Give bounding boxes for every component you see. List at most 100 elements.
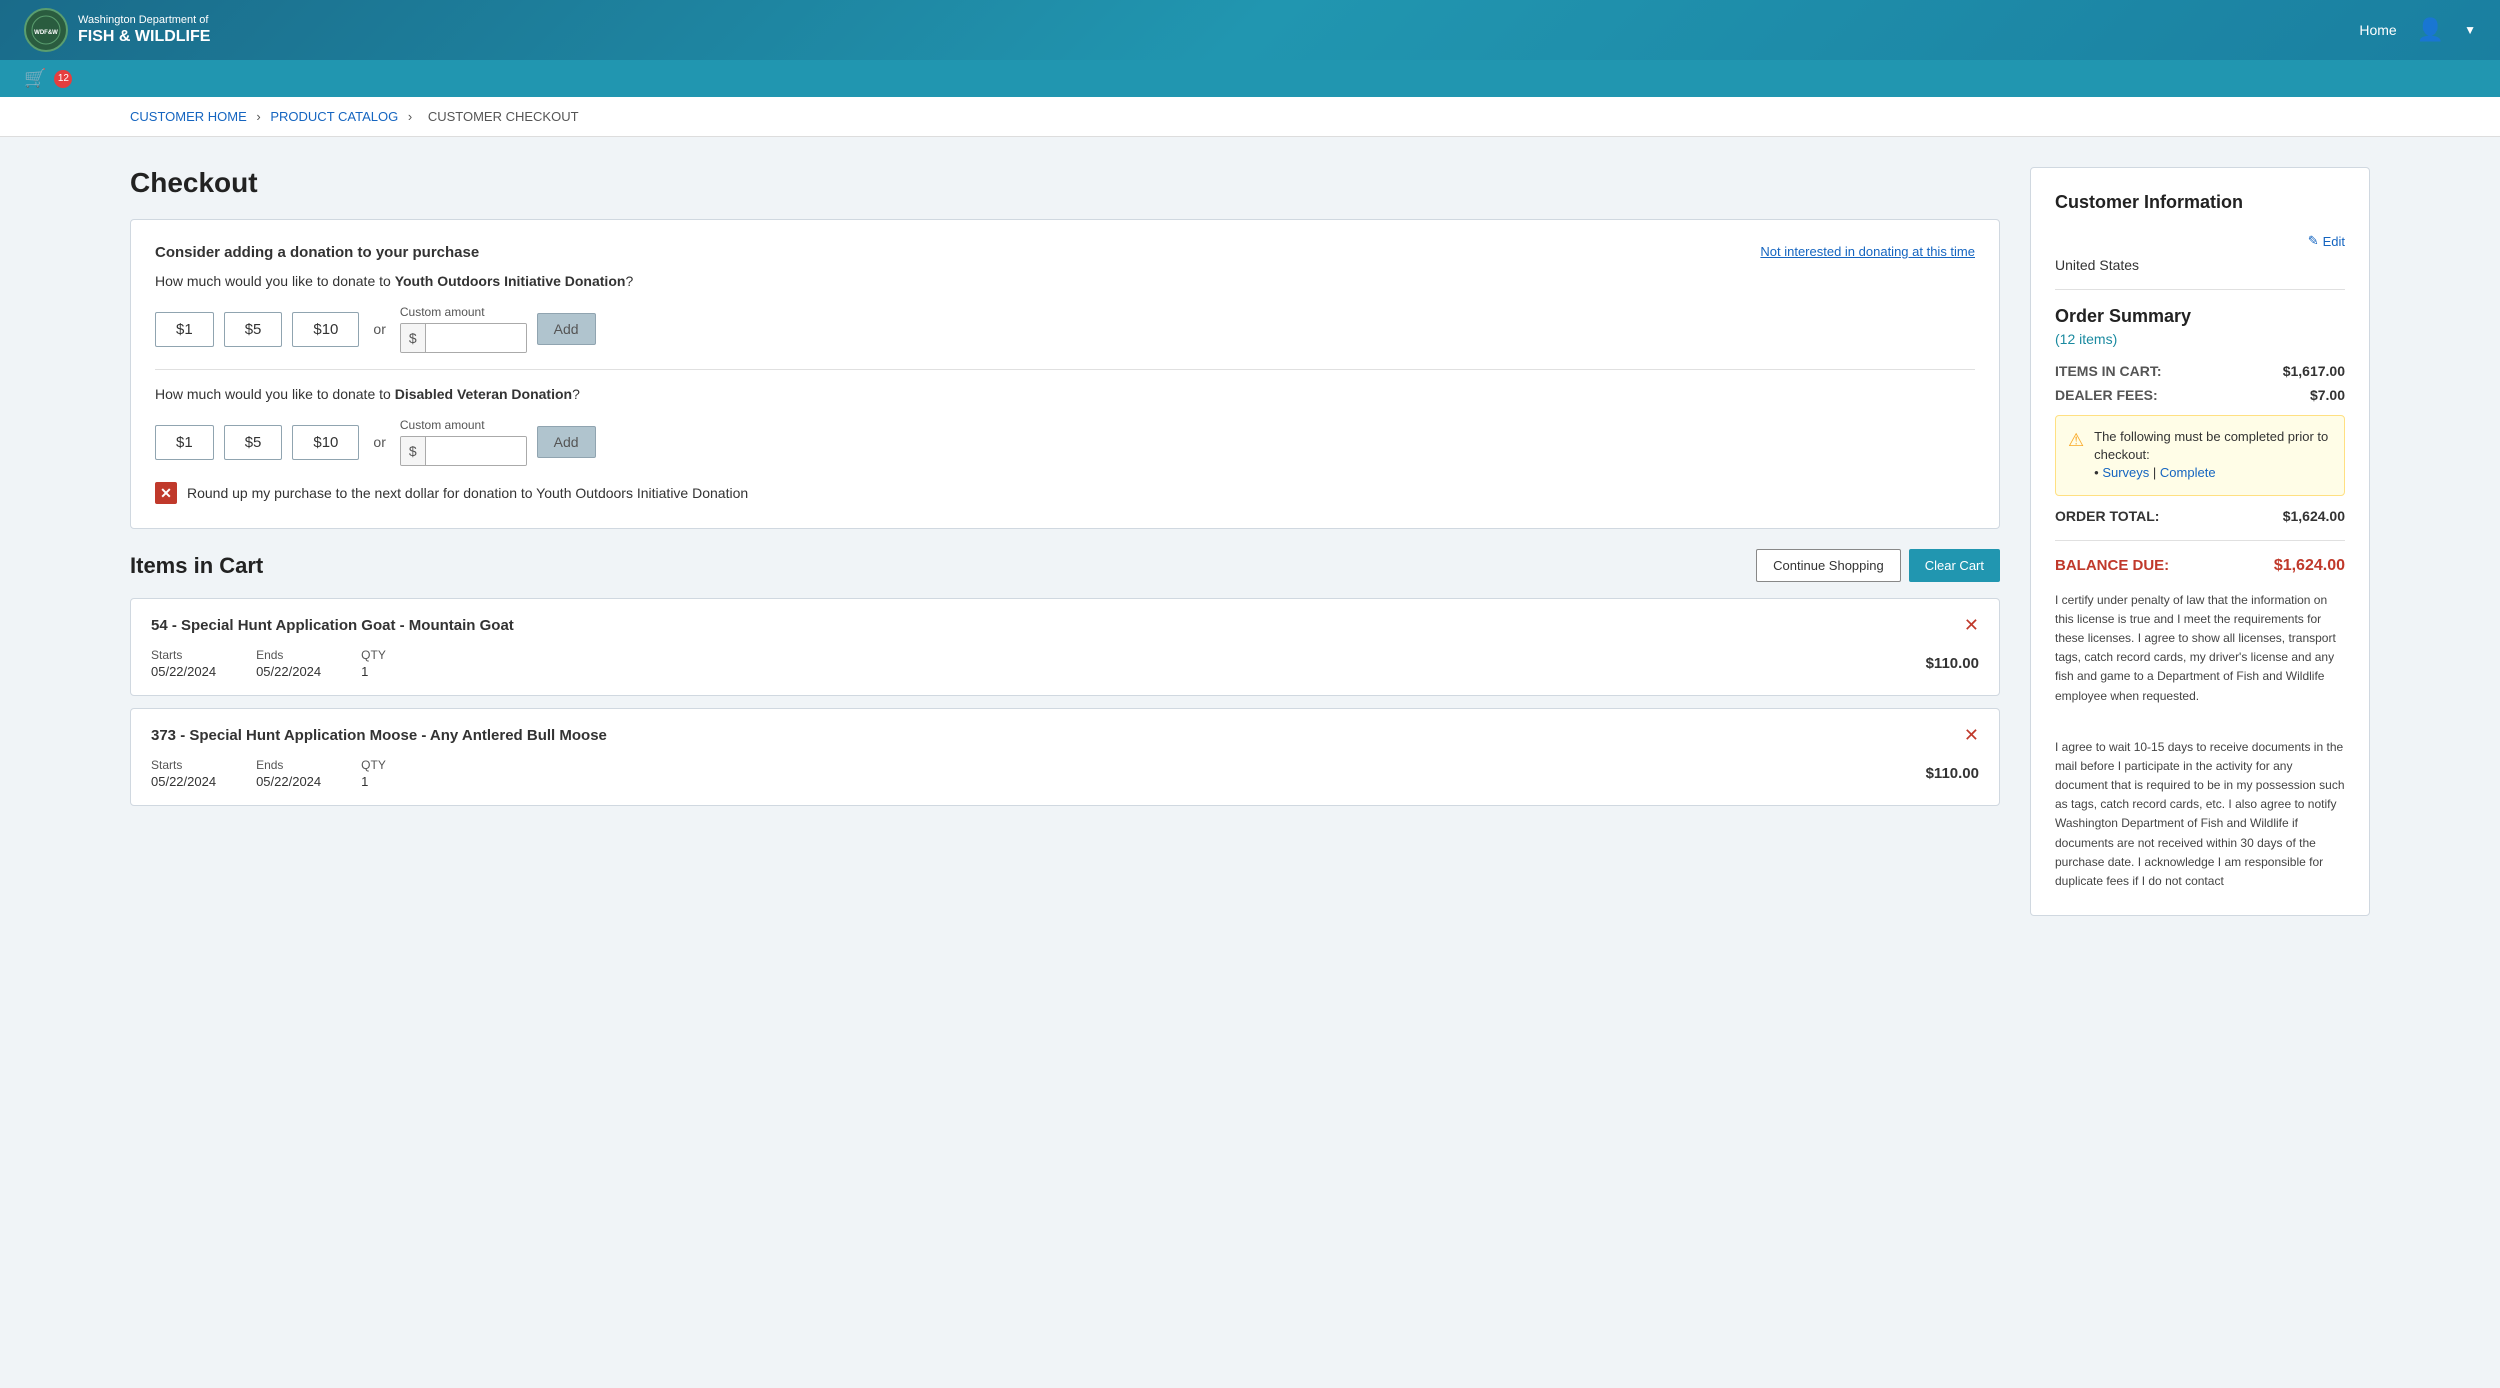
- warning-icon: ⚠: [2068, 430, 2084, 451]
- home-link[interactable]: Home: [2359, 22, 2396, 38]
- items-in-cart-row: ITEMS IN CART: $1,617.00: [2055, 363, 2345, 379]
- cart-item-details-2: Starts 05/22/2024 Ends 05/22/2024 QTY 1 …: [151, 758, 1979, 789]
- logo-icon: WDF&W: [24, 8, 68, 52]
- header-nav: Home 👤 ▼: [2359, 17, 2476, 43]
- amount-btn-1-dollar-2[interactable]: $1: [155, 425, 214, 460]
- custom-input-field-1[interactable]: [426, 324, 526, 352]
- cart-item-name: 54 - Special Hunt Application Goat - Mou…: [151, 617, 514, 634]
- cause-1: Youth Outdoors Initiative Donation: [395, 273, 626, 289]
- or-label-1: or: [373, 321, 385, 337]
- not-interested-link-1[interactable]: Not interested in donating at this time: [1760, 244, 1975, 259]
- add-button-2[interactable]: Add: [537, 426, 596, 458]
- custom-amount-input-2: $: [400, 436, 527, 466]
- dealer-fees-row: DEALER FEES: $7.00: [2055, 387, 2345, 403]
- dollar-sign-1: $: [401, 324, 426, 352]
- logo: WDF&W Washington Department of FISH & WI…: [24, 8, 210, 52]
- pencil-icon: ✎: [2308, 233, 2319, 249]
- dealer-fees-label: DEALER FEES:: [2055, 387, 2158, 403]
- donation-title-1: Consider adding a donation to your purch…: [155, 244, 479, 261]
- balance-divider: [2055, 540, 2345, 541]
- items-actions: Continue Shopping Clear Cart: [1756, 549, 2000, 582]
- balance-label: BALANCE DUE:: [2055, 557, 2169, 575]
- roundup-row: ✕ Round up my purchase to the next dolla…: [155, 482, 1975, 504]
- amount-btn-10-dollar-2[interactable]: $10: [292, 425, 359, 460]
- items-in-cart-section: Items in Cart Continue Shopping Clear Ca…: [130, 549, 2000, 806]
- cart-item-qty-2: QTY 1: [361, 758, 386, 789]
- user-icon[interactable]: 👤: [2417, 17, 2444, 43]
- logo-text: Washington Department of FISH & WILDLIFE: [78, 14, 210, 46]
- complete-link[interactable]: Complete: [2160, 465, 2216, 480]
- cart-bar-badge: 12: [54, 70, 72, 88]
- remove-item-button[interactable]: ✕: [1964, 615, 1979, 636]
- order-summary-title: Order Summary: [2055, 306, 2345, 327]
- svg-text:WDF&W: WDF&W: [34, 30, 58, 36]
- breadcrumb: CUSTOMER HOME › PRODUCT CATALOG › CUSTOM…: [0, 97, 2500, 137]
- order-total-label: ORDER TOTAL:: [2055, 508, 2159, 524]
- donation-buttons-2: $1 $5 $10 or Custom amount $ Add: [155, 418, 1975, 466]
- dollar-sign-2: $: [401, 437, 426, 465]
- donation-buttons-1: $1 $5 $10 or Custom amount $ Add: [155, 305, 1975, 353]
- amount-btn-5-dollar-2[interactable]: $5: [224, 425, 283, 460]
- items-header: Items in Cart Continue Shopping Clear Ca…: [130, 549, 2000, 582]
- clear-cart-button[interactable]: Clear Cart: [1909, 549, 2000, 582]
- cart-item-qty: QTY 1: [361, 648, 386, 679]
- cart-item-starts: Starts 05/22/2024: [151, 648, 216, 679]
- cart-bar-icon[interactable]: 🛒: [24, 68, 46, 89]
- cart-item-price-2: $110.00: [1926, 765, 1979, 782]
- edit-link[interactable]: ✎ Edit: [2308, 233, 2345, 249]
- donation-header-1: Consider adding a donation to your purch…: [155, 244, 1975, 261]
- warning-text: The following must be completed prior to…: [2094, 428, 2332, 483]
- info-edit-row: ✎ Edit: [2055, 233, 2345, 249]
- header: WDF&W Washington Department of FISH & WI…: [0, 0, 2500, 60]
- amount-btn-5-dollar[interactable]: $5: [224, 312, 283, 347]
- breadcrumb-current: CUSTOMER CHECKOUT: [428, 109, 579, 124]
- info-divider: [2055, 289, 2345, 290]
- items-in-cart-value: $1,617.00: [2283, 363, 2345, 379]
- donation-divider: [155, 369, 1975, 370]
- donation-panel-1: Consider adding a donation to your purch…: [130, 219, 2000, 529]
- items-title: Items in Cart: [130, 553, 263, 579]
- customer-country: United States: [2055, 257, 2345, 273]
- dropdown-arrow-icon[interactable]: ▼: [2464, 23, 2476, 37]
- custom-input-field-2[interactable]: [426, 437, 526, 465]
- surveys-link[interactable]: Surveys: [2102, 465, 2149, 480]
- custom-amount-group-2: Custom amount $: [400, 418, 527, 466]
- amount-btn-1-dollar[interactable]: $1: [155, 312, 214, 347]
- breadcrumb-product-catalog[interactable]: PRODUCT CATALOG: [270, 109, 398, 124]
- breadcrumb-sep1: ›: [256, 109, 260, 124]
- cart-item-details: Starts 05/22/2024 Ends 05/22/2024 QTY 1 …: [151, 648, 1979, 679]
- amount-btn-10-dollar[interactable]: $10: [292, 312, 359, 347]
- custom-amount-label-2: Custom amount: [400, 418, 527, 432]
- cart-bar: 🛒 12: [0, 60, 2500, 97]
- order-total-row: ORDER TOTAL: $1,624.00: [2055, 508, 2345, 524]
- custom-amount-group-1: Custom amount $: [400, 305, 527, 353]
- cart-item-ends-2: Ends 05/22/2024: [256, 758, 321, 789]
- cause-2: Disabled Veteran Donation: [395, 386, 572, 402]
- certification-text-1: I certify under penalty of law that the …: [2055, 591, 2345, 706]
- certification-text-2: I agree to wait 10-15 days to receive do…: [2055, 738, 2345, 892]
- info-panel: Customer Information ✎ Edit United State…: [2030, 167, 2370, 916]
- page-title: Checkout: [130, 167, 2000, 199]
- main-layout: Checkout Consider adding a donation to y…: [0, 137, 2500, 946]
- continue-shopping-button[interactable]: Continue Shopping: [1756, 549, 1901, 582]
- dealer-fees-value: $7.00: [2310, 387, 2345, 403]
- order-total-value: $1,624.00: [2283, 508, 2345, 524]
- left-column: Checkout Consider adding a donation to y…: [130, 167, 2000, 818]
- roundup-x-icon: ✕: [160, 485, 172, 502]
- cart-item-starts-2: Starts 05/22/2024: [151, 758, 216, 789]
- breadcrumb-customer-home[interactable]: CUSTOMER HOME: [130, 109, 247, 124]
- roundup-checkbox[interactable]: ✕: [155, 482, 177, 504]
- custom-amount-label-1: Custom amount: [400, 305, 527, 319]
- logo-dept: Washington Department of: [78, 14, 210, 27]
- cart-item: 373 - Special Hunt Application Moose - A…: [130, 708, 2000, 806]
- items-in-cart-label: ITEMS IN CART:: [2055, 363, 2162, 379]
- donation-question-2: How much would you like to donate to Dis…: [155, 386, 1975, 402]
- add-button-1[interactable]: Add: [537, 313, 596, 345]
- remove-item-button-2[interactable]: ✕: [1964, 725, 1979, 746]
- warning-box: ⚠ The following must be completed prior …: [2055, 415, 2345, 496]
- roundup-label: Round up my purchase to the next dollar …: [187, 485, 748, 501]
- edit-label: Edit: [2323, 234, 2345, 249]
- cart-item-name-2: 373 - Special Hunt Application Moose - A…: [151, 727, 607, 744]
- pipe: |: [2153, 465, 2156, 480]
- breadcrumb-sep2: ›: [408, 109, 412, 124]
